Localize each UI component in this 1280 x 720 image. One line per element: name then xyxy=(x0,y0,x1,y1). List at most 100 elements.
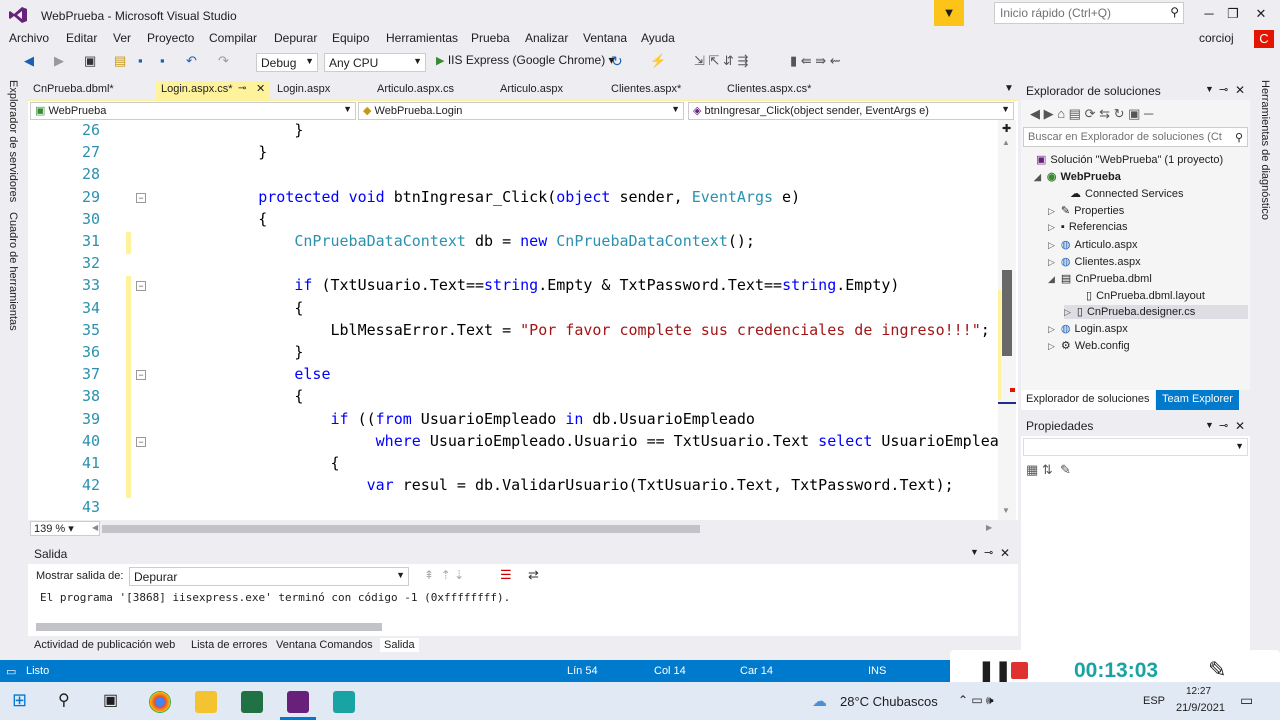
scroll-down-icon[interactable]: ▼ xyxy=(1002,506,1010,515)
close-button[interactable]: ✕ xyxy=(1242,0,1280,28)
pin-icon[interactable]: ⊸ xyxy=(1219,419,1228,432)
stop-icon[interactable] xyxy=(1011,662,1028,679)
pen-icon[interactable]: ✎ xyxy=(1208,657,1226,683)
menu-herramientas[interactable]: Herramientas xyxy=(386,31,458,45)
horizontal-scroll-thumb[interactable] xyxy=(102,525,700,533)
tab-team-explorer[interactable]: Team Explorer xyxy=(1156,390,1239,410)
menu-compilar[interactable]: Compilar xyxy=(209,31,257,45)
code-line[interactable]: { xyxy=(186,299,303,317)
forward-icon[interactable]: ▶ xyxy=(54,53,64,69)
run-button[interactable]: ▶ IIS Express (Google Chrome) ▾ xyxy=(436,53,615,67)
code-line[interactable]: if ((from UsuarioEmpleado in db.UsuarioE… xyxy=(186,410,755,428)
tree-project[interactable]: ◢ ◉ WebPrueba xyxy=(1034,170,1121,183)
scroll-right-icon[interactable]: ▶ xyxy=(986,523,992,532)
tree-dbml-layout[interactable]: ▯ CnPrueba.dbml.layout xyxy=(1086,289,1205,302)
menu-ayuda[interactable]: Ayuda xyxy=(641,31,675,45)
pin-icon[interactable]: ⊸ xyxy=(238,83,246,94)
class-dropdown[interactable]: ◆ WebPrueba.Login ▼ xyxy=(358,102,684,120)
tab-login-aspx-cs[interactable]: Login.aspx.cs* ⊸ ✕ xyxy=(156,81,270,99)
step-icons[interactable]: ⇲ ⇱ ⇵ ⇶ xyxy=(694,53,748,69)
code-line[interactable]: { xyxy=(186,387,303,405)
tree-login-aspx[interactable]: ▷ ◍ Login.aspx xyxy=(1048,322,1128,335)
code-line[interactable]: LblMessaError.Text = "Por favor complete… xyxy=(186,321,990,339)
code-line[interactable]: } xyxy=(186,343,303,361)
menu-depurar[interactable]: Depurar xyxy=(274,31,317,45)
browser-link-icon[interactable]: ⚡ xyxy=(650,53,666,69)
tree-web-config[interactable]: ▷ ⚙ Web.config xyxy=(1048,339,1130,352)
quick-launch-input[interactable]: Inicio rápido (Ctrl+Q) ⚲ xyxy=(994,2,1184,24)
menu-equipo[interactable]: Equipo xyxy=(332,31,369,45)
tab-cnprueba-dbml[interactable]: CnPrueba.dbml* xyxy=(28,81,119,99)
code-line[interactable]: else xyxy=(186,365,330,383)
code-line[interactable]: { xyxy=(186,454,340,472)
search-icon[interactable]: ⚲ xyxy=(58,690,70,710)
close-icon[interactable]: ✕ xyxy=(1000,546,1010,560)
file-explorer-icon[interactable] xyxy=(195,691,217,713)
collapse-icon[interactable]: ◢ xyxy=(1034,172,1041,182)
scroll-left-icon[interactable]: ◀ xyxy=(92,523,98,532)
expand-icon[interactable]: ▷ xyxy=(1048,257,1055,267)
solution-toolbar-icons[interactable]: ◀ ▶ ⌂ ▤ ⟳ ⇆ ↻ ▣ ─ xyxy=(1030,106,1153,122)
zoom-select[interactable]: 139 % ▾ xyxy=(30,521,100,536)
expand-icon[interactable]: ▷ xyxy=(1048,206,1055,216)
close-icon[interactable]: ✕ xyxy=(1235,419,1245,433)
tab-login-aspx[interactable]: Login.aspx xyxy=(272,81,335,99)
output-toolbar-icons[interactable]: ⇞ ⇡ ⇣ xyxy=(424,568,464,582)
code-line[interactable]: } xyxy=(186,121,303,139)
user-avatar[interactable]: C xyxy=(1254,30,1274,48)
platform-select[interactable]: Any CPU ▼ xyxy=(324,53,426,72)
toolbox-tab[interactable]: Cuadro de herramientas xyxy=(7,212,19,342)
menu-ver[interactable]: Ver xyxy=(113,31,131,45)
clock-date[interactable]: 21/9/2021 xyxy=(1176,702,1225,714)
notifications-icon[interactable]: ▭ xyxy=(1240,692,1253,709)
windows-start-icon[interactable]: ⊞ xyxy=(12,690,27,711)
collapse-icon[interactable]: − xyxy=(136,370,146,381)
tab-articulo-aspx-cs[interactable]: Articulo.aspx.cs xyxy=(372,81,459,99)
panel-menu-icon[interactable]: ▼ xyxy=(970,547,979,557)
scroll-thumb[interactable] xyxy=(1002,270,1012,356)
tab-command-window[interactable]: Ventana Comandos xyxy=(272,638,377,652)
menu-analizar[interactable]: Analizar xyxy=(525,31,568,45)
menu-ventana[interactable]: Ventana xyxy=(583,31,627,45)
collapse-icon[interactable]: ◢ xyxy=(1048,274,1055,284)
word-wrap-icon[interactable]: ⇄ xyxy=(528,567,539,583)
tray-icons[interactable]: ⌃ ▭ 🕪 xyxy=(958,693,994,708)
tree-designer-cs[interactable]: ▷ ▯ CnPrueba.designer.cs xyxy=(1064,305,1248,319)
tab-clientes-aspx[interactable]: Clientes.aspx* xyxy=(606,81,686,99)
expand-icon[interactable]: ▷ xyxy=(1048,324,1055,334)
weather-text[interactable]: 28°C Chubascos xyxy=(840,694,938,709)
output-hscroll-thumb[interactable] xyxy=(36,623,382,631)
output-source-select[interactable]: Depurar ▼ xyxy=(129,567,409,586)
language-indicator[interactable]: ESP xyxy=(1143,695,1165,707)
clock-time[interactable]: 12:27 xyxy=(1186,686,1211,697)
vertical-scrollbar[interactable]: ✚ ▲ ▼ xyxy=(998,120,1016,520)
code-line[interactable]: { xyxy=(186,210,267,228)
menu-prueba[interactable]: Prueba xyxy=(471,31,510,45)
excel-icon[interactable] xyxy=(241,691,263,713)
split-icon[interactable]: ✚ xyxy=(1002,122,1011,135)
expand-icon[interactable]: ▷ xyxy=(1064,307,1071,317)
expand-icon[interactable]: ▷ xyxy=(1048,240,1055,250)
clear-all-icon[interactable]: ☰ xyxy=(500,567,512,583)
close-tab-icon[interactable]: ✕ xyxy=(256,82,265,95)
collapse-icon[interactable]: − xyxy=(136,436,146,447)
tab-publish-activity[interactable]: Actividad de publicación web xyxy=(30,638,179,652)
visual-studio-icon[interactable] xyxy=(287,691,309,713)
diagnostic-tools-tab[interactable]: Herramientas de diagnóstico xyxy=(1259,80,1271,230)
tab-overflow-icon[interactable]: ▼ xyxy=(1004,83,1014,94)
tree-connected-services[interactable]: ☁ Connected Services xyxy=(1070,187,1183,200)
expand-icon[interactable]: ▷ xyxy=(1048,222,1055,232)
code-line[interactable]: } xyxy=(186,143,267,161)
configuration-select[interactable]: Debug ▼ xyxy=(256,53,318,72)
scroll-up-icon[interactable]: ▲ xyxy=(1002,138,1010,147)
collapse-icon[interactable]: − xyxy=(136,192,146,203)
server-explorer-tab[interactable]: Explorador de servidores xyxy=(7,80,19,208)
redo-icon[interactable]: ↷ xyxy=(218,53,229,69)
panel-menu-icon[interactable]: ▼ xyxy=(1205,420,1214,430)
tree-properties[interactable]: ▷ ✎ Properties xyxy=(1048,204,1124,217)
expand-icon[interactable]: ▷ xyxy=(1048,341,1055,351)
collapse-icon[interactable]: − xyxy=(136,281,146,292)
code-line[interactable]: if (TxtUsuario.Text==string.Empty & TxtP… xyxy=(186,276,899,294)
undo-icon[interactable]: ↶ xyxy=(186,53,197,69)
solution-search-input[interactable]: Buscar en Explorador de soluciones (Ct ⚲ xyxy=(1023,127,1248,147)
